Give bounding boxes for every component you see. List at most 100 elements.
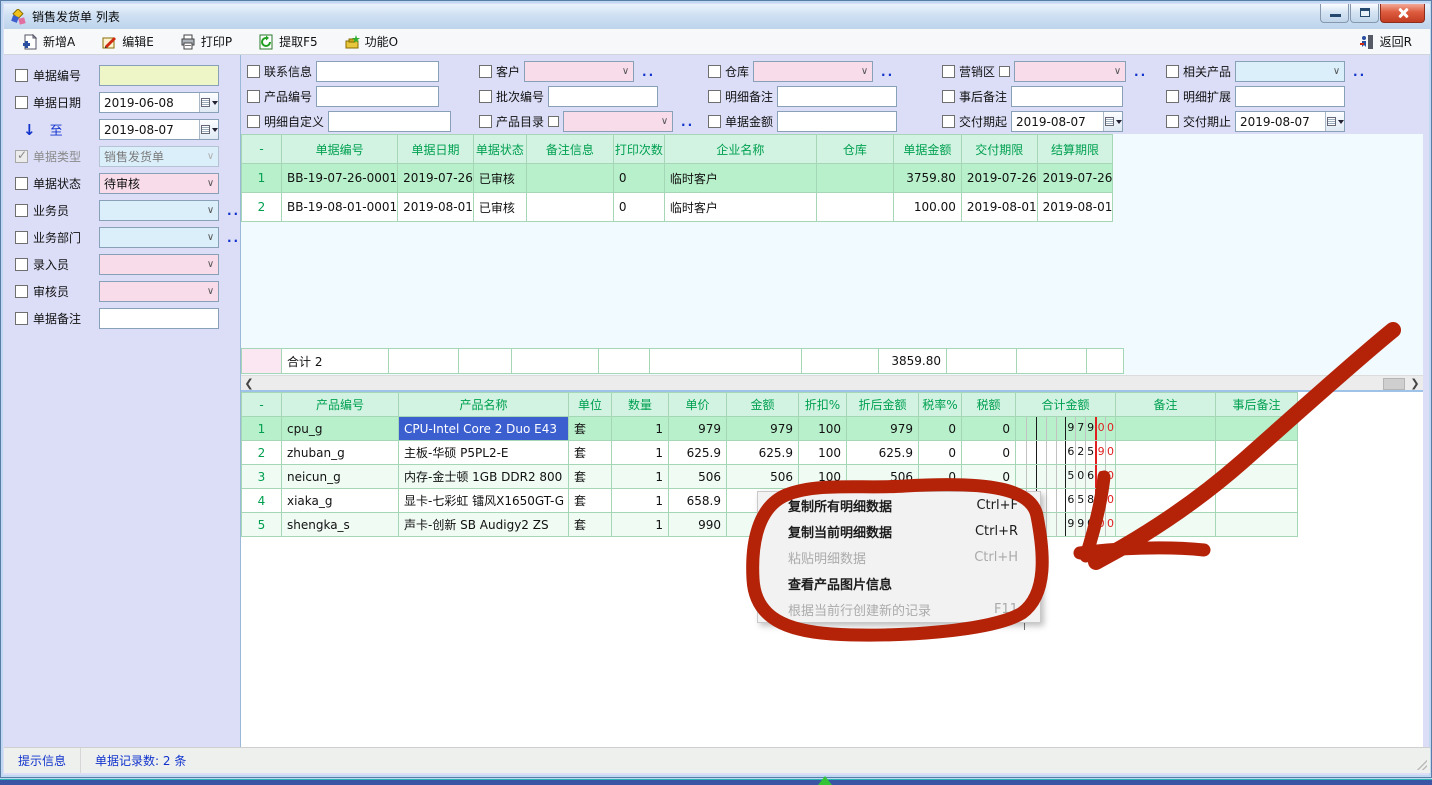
column-header[interactable]: 备注 — [1116, 393, 1216, 417]
more-dots-button[interactable]: .. — [681, 115, 694, 129]
filter-checkbox[interactable] — [479, 65, 492, 78]
toolbar-button-1[interactable]: 新增A — [12, 30, 85, 53]
resize-grip[interactable] — [1417, 760, 1427, 770]
column-header[interactable]: 合计金额 — [1016, 393, 1116, 417]
top-filter-field[interactable] — [777, 111, 897, 132]
toolbar-button-2[interactable]: 编辑E — [91, 30, 164, 53]
filter-checkbox[interactable] — [708, 65, 721, 78]
top-filter-field[interactable]: ∨ — [563, 111, 673, 132]
column-header[interactable]: 备注信息 — [526, 135, 613, 164]
column-header[interactable]: 结算期限 — [1037, 135, 1113, 164]
top-filter-field[interactable]: ∨ — [1014, 61, 1126, 82]
calendar-dropdown-button[interactable] — [199, 93, 218, 112]
context-menu-item-1[interactable]: 复制所有明细数据Ctrl+F — [758, 492, 1040, 518]
toolbar-button-4[interactable]: 提取F5 — [248, 30, 328, 53]
sidebar-filter-field[interactable]: 2019-08-07 — [99, 119, 219, 140]
filter-checkbox[interactable] — [1166, 90, 1179, 103]
column-header[interactable]: 单据编号 — [282, 135, 398, 164]
column-header[interactable]: 单据金额 — [893, 135, 961, 164]
more-dots-button[interactable]: .. — [227, 231, 240, 245]
more-dots-button[interactable]: .. — [1353, 65, 1366, 79]
scrollbar-thumb[interactable] — [1383, 378, 1405, 390]
column-header[interactable]: 税率% — [919, 393, 962, 417]
toolbar-button-3[interactable]: 打印P — [170, 30, 242, 53]
top-filter-field[interactable]: 2019-08-07 — [1235, 111, 1345, 132]
top-filter-field[interactable]: ∨ — [524, 61, 634, 82]
top-filter-field[interactable] — [316, 61, 439, 82]
table-row[interactable]: 2BB-19-08-01-00012019-08-01已审核0临时客户100.0… — [242, 193, 1113, 222]
filter-checkbox[interactable] — [15, 312, 28, 325]
top-filter-field[interactable]: 2019-08-07 — [1011, 111, 1123, 132]
return-button[interactable]: 返回R — [1349, 30, 1422, 53]
table-row[interactable]: 1BB-19-07-26-00012019-07-26已审核0临时客户3759.… — [242, 164, 1113, 193]
filter-checkbox[interactable] — [708, 115, 721, 128]
filter-checkbox[interactable] — [15, 69, 28, 82]
sidebar-filter-field[interactable]: ∨ — [99, 200, 219, 221]
column-header[interactable]: 折后金额 — [847, 393, 919, 417]
column-header[interactable]: - — [242, 135, 282, 164]
filter-checkbox[interactable] — [247, 115, 260, 128]
more-dots-button[interactable]: .. — [227, 204, 240, 218]
horizontal-scrollbar[interactable]: ❮ ❯ — [241, 375, 1423, 391]
column-header[interactable]: 事后备注 — [1216, 393, 1298, 417]
top-filter-field[interactable] — [328, 111, 451, 132]
filter-checkbox[interactable] — [15, 258, 28, 271]
filter-checkbox[interactable] — [942, 90, 955, 103]
toolbar-button-5[interactable]: 功能O — [334, 30, 408, 53]
column-header[interactable]: 折扣% — [799, 393, 847, 417]
more-dots-button[interactable]: .. — [881, 65, 894, 79]
minimize-button[interactable] — [1320, 4, 1349, 23]
top-filter-field[interactable] — [1235, 86, 1345, 107]
calendar-dropdown-button[interactable] — [1103, 112, 1122, 131]
filter-checkbox[interactable] — [15, 231, 28, 244]
context-menu-item-2[interactable]: 复制当前明细数据Ctrl+R — [758, 518, 1040, 544]
top-filter-field[interactable]: ∨ — [1235, 61, 1345, 82]
table-row[interactable]: 2zhuban_g主板-华硕 P5PL2-E套1625.9625.9100625… — [242, 441, 1298, 465]
filter-checkbox[interactable] — [15, 177, 28, 190]
top-filter-field[interactable]: ∨ — [753, 61, 873, 82]
sidebar-filter-field[interactable]: ∨ — [99, 227, 219, 248]
more-dots-button[interactable]: .. — [1134, 65, 1147, 79]
mini-checkbox[interactable] — [548, 116, 559, 127]
filter-checkbox[interactable] — [479, 90, 492, 103]
top-filter-field[interactable] — [316, 86, 439, 107]
top-filter-field[interactable] — [548, 86, 658, 107]
calendar-dropdown-button[interactable] — [1325, 112, 1344, 131]
column-header[interactable]: 产品编号 — [282, 393, 399, 417]
filter-checkbox[interactable] — [708, 90, 721, 103]
filter-checkbox[interactable] — [15, 285, 28, 298]
filter-checkbox[interactable] — [942, 115, 955, 128]
filter-checkbox[interactable] — [247, 65, 260, 78]
mini-checkbox[interactable] — [999, 66, 1010, 77]
sidebar-filter-field[interactable]: 2019-06-08 — [99, 92, 219, 113]
column-header[interactable]: 产品名称 — [399, 393, 569, 417]
column-header[interactable]: 单位 — [569, 393, 612, 417]
sidebar-filter-field[interactable]: ∨ — [99, 254, 219, 275]
column-header[interactable]: 单据状态 — [473, 135, 526, 164]
column-header[interactable]: 仓库 — [816, 135, 893, 164]
filter-checkbox[interactable] — [479, 115, 492, 128]
column-header[interactable]: 数量 — [612, 393, 669, 417]
sidebar-filter-field[interactable]: ∨ — [99, 281, 219, 302]
table-row[interactable]: 3neicun_g内存-金士顿 1GB DDR2 800套15065061005… — [242, 465, 1298, 489]
column-header[interactable]: - — [242, 393, 282, 417]
filter-checkbox[interactable] — [942, 65, 955, 78]
close-button[interactable] — [1380, 4, 1425, 23]
table-row[interactable]: 1cpu_gCPU-Intel Core 2 Duo E43套197997910… — [242, 417, 1298, 441]
filter-checkbox[interactable] — [15, 96, 28, 109]
sidebar-filter-field[interactable] — [99, 308, 219, 329]
filter-checkbox[interactable] — [1166, 115, 1179, 128]
column-header[interactable]: 单据日期 — [398, 135, 474, 164]
filter-checkbox[interactable] — [247, 90, 260, 103]
calendar-dropdown-button[interactable] — [199, 120, 218, 139]
filter-checkbox[interactable] — [1166, 65, 1179, 78]
maximize-button[interactable] — [1350, 4, 1379, 23]
more-dots-button[interactable]: .. — [642, 65, 655, 79]
column-header[interactable]: 金额 — [727, 393, 799, 417]
column-header[interactable]: 税额 — [962, 393, 1016, 417]
filter-checkbox[interactable] — [15, 204, 28, 217]
column-header[interactable]: 企业名称 — [664, 135, 816, 164]
column-header[interactable]: 单价 — [669, 393, 727, 417]
sidebar-filter-field[interactable]: 待审核∨ — [99, 173, 219, 194]
top-filter-field[interactable] — [1011, 86, 1123, 107]
